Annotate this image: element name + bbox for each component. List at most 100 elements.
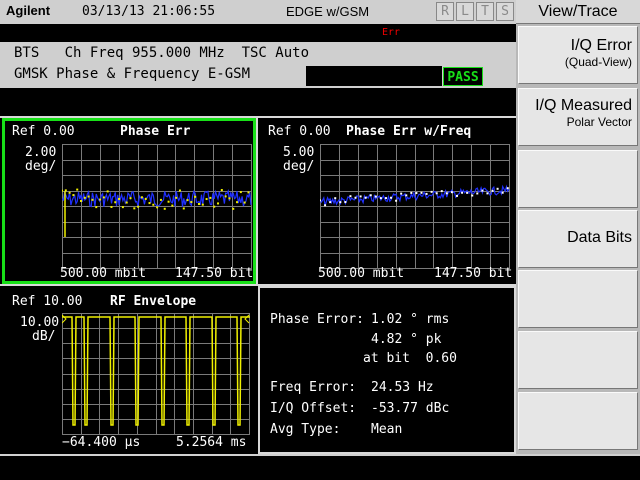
symbol-marker bbox=[354, 196, 357, 199]
symbol-marker bbox=[410, 191, 413, 194]
symbol-marker bbox=[102, 196, 105, 199]
srq-indicator: S bbox=[496, 2, 514, 21]
symbol-marker bbox=[506, 187, 509, 190]
symbol-marker bbox=[201, 203, 204, 206]
symbol-marker bbox=[62, 189, 63, 192]
softkey-label: I/Q Measured bbox=[535, 97, 632, 114]
symbol-marker bbox=[440, 190, 443, 193]
symbol-marker bbox=[178, 189, 181, 192]
symbol-marker bbox=[80, 200, 83, 203]
title-bar: Agilent 03/13/13 21:06:55 EDGE w/GSM R L… bbox=[0, 0, 516, 24]
symbol-marker bbox=[430, 190, 433, 193]
symbol-marker bbox=[190, 201, 193, 204]
symbol-marker bbox=[129, 197, 132, 200]
symbol-marker bbox=[501, 191, 504, 194]
symbol-marker bbox=[144, 197, 147, 200]
symbol-marker bbox=[476, 192, 479, 195]
symbol-marker bbox=[369, 194, 372, 197]
phase-err-trace bbox=[62, 188, 252, 208]
symbol-marker bbox=[171, 204, 174, 207]
symbol-marker bbox=[247, 191, 250, 194]
symbol-marker bbox=[445, 192, 448, 195]
softkey-iq-measured[interactable]: I/Q Measured Polar Vector bbox=[518, 88, 638, 146]
phase-err-freq-window[interactable]: Ref 0.00 Phase Err w/Freq 5.00 deg/ 500.… bbox=[258, 118, 516, 284]
x-axis-stop: 147.50 bit bbox=[434, 266, 513, 281]
trace-title: Phase Err bbox=[120, 124, 191, 139]
symbol-marker bbox=[87, 195, 90, 198]
softkey-blank-3[interactable] bbox=[518, 150, 638, 208]
symbol-marker bbox=[99, 198, 102, 201]
phase-err-freq-graph bbox=[320, 144, 510, 269]
symbol-marker bbox=[339, 201, 342, 204]
status-indicators: R L T S bbox=[436, 2, 514, 21]
annotation-strip bbox=[0, 88, 516, 116]
symbol-marker bbox=[152, 203, 155, 206]
rf-envelope-window[interactable]: Ref 10.00 RF Envelope 10.00 dB/ −64.400 … bbox=[0, 286, 256, 454]
trace-title: RF Envelope bbox=[110, 294, 197, 309]
symbol-marker bbox=[217, 202, 220, 205]
symbol-marker bbox=[329, 201, 332, 204]
symbol-marker bbox=[239, 191, 242, 194]
avg-type-value: Mean bbox=[371, 422, 403, 437]
symbol-marker bbox=[455, 194, 458, 197]
limit-marker bbox=[244, 314, 250, 324]
symbol-marker bbox=[435, 192, 438, 195]
iq-offset-label: I/Q Offset: bbox=[270, 401, 357, 416]
symbol-marker bbox=[68, 191, 71, 194]
symbol-marker bbox=[236, 201, 239, 204]
symbol-marker bbox=[197, 203, 200, 206]
pass-indicator: PASS bbox=[443, 67, 483, 86]
symbol-marker bbox=[121, 206, 124, 209]
symbol-marker bbox=[405, 194, 408, 197]
symbol-marker bbox=[76, 188, 79, 191]
softkey-data-bits[interactable]: Data Bits bbox=[518, 210, 638, 268]
x-axis-start: 500.00 mbit bbox=[318, 266, 405, 281]
softkey-sublabel: (Quad-View) bbox=[564, 55, 632, 69]
symbol-marker bbox=[156, 206, 159, 209]
symbol-marker bbox=[379, 197, 382, 200]
phase-err-freq-trace bbox=[320, 184, 510, 206]
symbol-marker bbox=[140, 196, 143, 199]
x-axis-stop: 5.2564 ms bbox=[176, 435, 247, 450]
measurement-info: BTS Ch Freq 955.000 MHz TSC Auto GMSK Ph… bbox=[0, 42, 516, 88]
symbol-marker bbox=[125, 201, 128, 204]
symbol-marker bbox=[384, 197, 387, 200]
symbol-marker bbox=[220, 189, 223, 192]
symbol-marker bbox=[83, 196, 86, 199]
symbol-marker bbox=[359, 195, 362, 198]
scale-unit: deg/ bbox=[25, 159, 57, 174]
symbol-marker bbox=[159, 198, 162, 201]
scale-value: 2.00 bbox=[25, 145, 57, 160]
symbol-marker bbox=[471, 194, 474, 197]
softkey-blank-7[interactable] bbox=[518, 392, 638, 450]
softkey-blank-6[interactable] bbox=[518, 331, 638, 389]
ref-level: Ref 0.00 bbox=[268, 124, 331, 139]
symbol-marker bbox=[167, 200, 170, 203]
symbol-marker bbox=[349, 195, 352, 198]
symbol-marker bbox=[496, 187, 499, 190]
symbol-marker bbox=[163, 207, 166, 210]
softkey-blank-5[interactable] bbox=[518, 270, 638, 328]
softkey-iq-error[interactable]: I/Q Error (Quad-View) bbox=[518, 26, 638, 84]
softkey-sublabel: Polar Vector bbox=[566, 115, 632, 129]
phase-err-window[interactable]: Ref 0.00 Phase Err 2.00 deg/ 500.00 mbit… bbox=[2, 118, 256, 284]
symbol-marker bbox=[390, 196, 393, 199]
symbol-marker bbox=[486, 192, 489, 195]
error-indicator[interactable]: Err bbox=[382, 27, 400, 38]
status-bar bbox=[0, 454, 640, 480]
rf-envelope-graph bbox=[62, 313, 250, 435]
softkey-label: I/Q Error bbox=[570, 37, 632, 54]
symbol-marker bbox=[491, 189, 494, 192]
symbol-marker bbox=[320, 199, 321, 202]
x-axis-start: 500.00 mbit bbox=[60, 266, 147, 281]
talk-indicator: T bbox=[476, 2, 494, 21]
softkey-label: Data Bits bbox=[567, 229, 632, 246]
symbol-marker bbox=[395, 199, 398, 202]
ref-level: Ref 0.00 bbox=[12, 124, 75, 139]
symbol-marker bbox=[425, 192, 428, 195]
symbol-marker bbox=[400, 192, 403, 195]
symbol-marker bbox=[133, 207, 136, 210]
symbol-marker bbox=[106, 190, 109, 193]
avg-type-label: Avg Type: bbox=[270, 422, 341, 437]
symbol-marker bbox=[95, 206, 98, 209]
